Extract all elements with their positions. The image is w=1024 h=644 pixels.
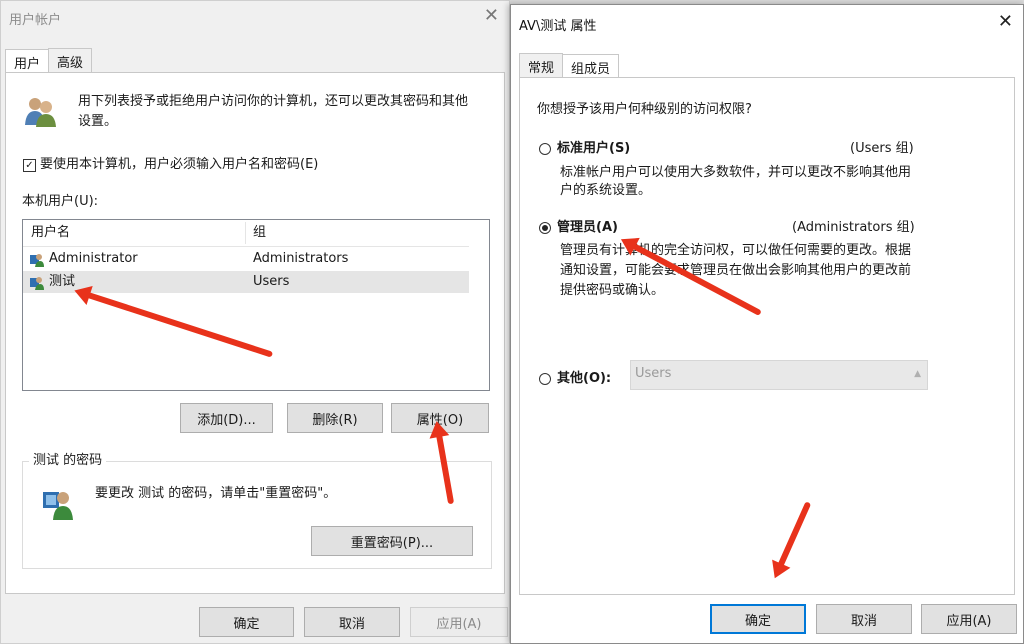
window-title: 用户帐户 bbox=[9, 13, 62, 28]
user-icon bbox=[30, 254, 44, 267]
ok-button[interactable]: 确定 bbox=[710, 604, 806, 634]
close-icon[interactable]: ✕ bbox=[998, 13, 1013, 31]
administrator-group: (Administrators 组) bbox=[792, 220, 915, 235]
administrator-desc: 提供密码或确认。 bbox=[560, 283, 665, 298]
other-group-value: Users bbox=[635, 366, 672, 381]
administrator-desc: 管理员有计算机的完全访问权，可以做任何需要的更改。根据 bbox=[560, 243, 912, 258]
access-question: 你想授予该用户何种级别的访问权限? bbox=[537, 102, 752, 117]
user-group: Users bbox=[253, 274, 290, 289]
cancel-button[interactable]: 取消 bbox=[304, 607, 400, 637]
standard-user-desc: 户的系统设置。 bbox=[560, 183, 652, 198]
other-group-select[interactable]: Users ▲ bbox=[630, 360, 928, 390]
add-button[interactable]: 添加(D)... bbox=[180, 403, 273, 433]
reset-password-button[interactable]: 重置密码(P)... bbox=[311, 526, 473, 556]
group-membership-panel: 你想授予该用户何种级别的访问权限? 标准用户(S) (Users 组) 标准帐户… bbox=[519, 77, 1015, 595]
tab-general[interactable]: 常规 bbox=[519, 53, 564, 77]
users-list[interactable]: 用户名 组 Administrator Administrators 测试 Us… bbox=[22, 219, 490, 391]
user-accounts-window: 用户帐户 ✕ 用户 高级 用下列表授予或拒绝用户访问你的计算机，还可以更改其密码… bbox=[0, 0, 510, 644]
users-tab-panel: 用下列表授予或拒绝用户访问你的计算机，还可以更改其密码和其他 设置。 ✓ 要使用… bbox=[5, 72, 505, 594]
standard-user-label[interactable]: 标准用户(S) bbox=[557, 139, 630, 159]
column-header-group[interactable]: 组 bbox=[253, 223, 266, 243]
require-password-checkbox[interactable]: ✓ bbox=[23, 159, 36, 172]
user-name: Administrator bbox=[49, 251, 138, 266]
password-instructions: 要更改 测试 的密码，请单击"重置密码"。 bbox=[95, 486, 337, 501]
list-header: 用户名 组 bbox=[23, 220, 469, 247]
other-radio[interactable] bbox=[539, 373, 551, 385]
ok-button[interactable]: 确定 bbox=[199, 607, 294, 637]
remove-button[interactable]: 删除(R) bbox=[287, 403, 383, 433]
standard-user-desc: 标准帐户用户可以使用大多数软件，并可以更改不影响其他用 bbox=[560, 165, 912, 180]
apply-button[interactable]: 应用(A) bbox=[921, 604, 1017, 634]
administrator-desc: 通知设置，可能会要求管理员在做出会影响其他用户的更改前 bbox=[560, 263, 912, 278]
standard-user-radio[interactable] bbox=[539, 143, 551, 155]
user-group: Administrators bbox=[253, 251, 349, 266]
administrator-label[interactable]: 管理员(A) bbox=[557, 218, 618, 238]
intro-line-1: 用下列表授予或拒绝用户访问你的计算机，还可以更改其密码和其他 bbox=[78, 94, 469, 109]
user-password-icon bbox=[43, 492, 73, 520]
tab-group-membership[interactable]: 组成员 bbox=[562, 54, 620, 78]
user-icon bbox=[30, 277, 44, 290]
cancel-button[interactable]: 取消 bbox=[816, 604, 912, 634]
tab-advanced[interactable]: 高级 bbox=[48, 48, 93, 72]
other-label[interactable]: 其他(O): bbox=[557, 369, 611, 389]
password-group-title: 测试 的密码 bbox=[29, 451, 107, 471]
close-icon[interactable]: ✕ bbox=[484, 7, 499, 25]
table-row[interactable]: Administrator Administrators bbox=[23, 248, 469, 270]
standard-user-group: (Users 组) bbox=[850, 141, 914, 156]
chevron-down-icon: ▲ bbox=[914, 369, 921, 379]
window-title: AV\测试 属性 bbox=[519, 19, 597, 34]
users-icon bbox=[25, 98, 56, 127]
apply-button[interactable]: 应用(A) bbox=[410, 607, 508, 637]
tab-users[interactable]: 用户 bbox=[5, 49, 50, 73]
user-name: 测试 bbox=[49, 274, 76, 289]
require-password-label: 要使用本计算机，用户必须输入用户名和密码(E) bbox=[40, 157, 319, 172]
administrator-radio[interactable] bbox=[539, 222, 551, 234]
password-groupbox: 测试 的密码 要更改 测试 的密码，请单击"重置密码"。 重置密码(P)... bbox=[22, 451, 492, 569]
column-header-username[interactable]: 用户名 bbox=[31, 223, 70, 243]
local-users-label: 本机用户(U): bbox=[22, 194, 99, 209]
intro-line-2: 设置。 bbox=[78, 114, 118, 129]
user-properties-window: AV\测试 属性 ✕ 常规 组成员 你想授予该用户何种级别的访问权限? 标准用户… bbox=[510, 4, 1024, 644]
